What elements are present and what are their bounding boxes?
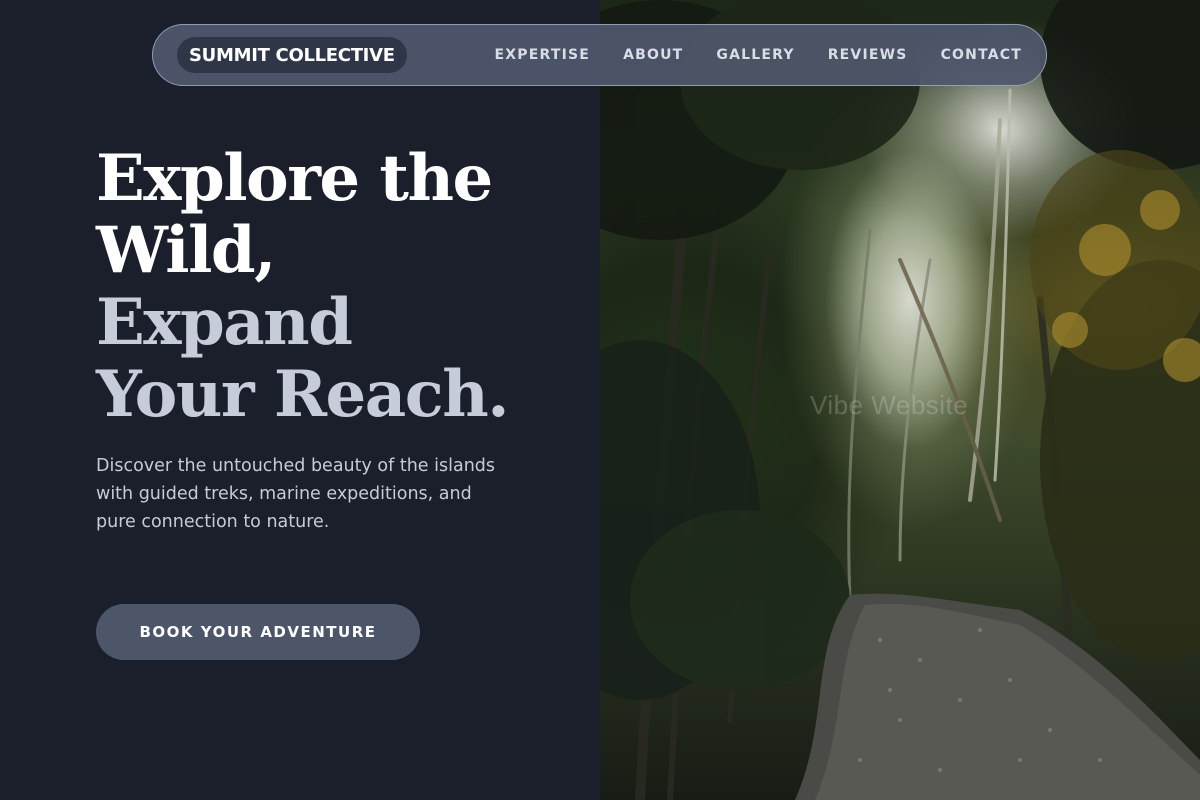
nav-link-about[interactable]: ABOUT (623, 47, 683, 63)
hero-title-line-2: Wild, (96, 213, 276, 288)
book-adventure-button[interactable]: BOOK YOUR ADVENTURE (96, 604, 420, 660)
nav-link-reviews[interactable]: REVIEWS (828, 47, 908, 63)
hero-title-line-1: Explore the (96, 141, 493, 216)
hero-title: Explore the Wild, Expand Your Reach. (96, 141, 510, 432)
hero-title-line-4: Your Reach. (96, 357, 510, 432)
hero-forest-image: Vibe Website (600, 0, 1200, 800)
hero-title-line-3: Expand (96, 285, 353, 360)
nav-link-expertise[interactable]: EXPERTISE (495, 47, 591, 63)
watermark-text: Vibe Website (810, 390, 969, 420)
nav-link-contact[interactable]: CONTACT (941, 47, 1022, 63)
hero-description: Discover the untouched beauty of the isl… (96, 456, 496, 532)
hero-left-panel: Explore the Wild, Expand Your Reach. Dis… (0, 0, 600, 800)
nav-links: EXPERTISE ABOUT GALLERY REVIEWS CONTACT (495, 25, 1022, 85)
nav-link-gallery[interactable]: GALLERY (716, 47, 794, 63)
top-navbar: SUMMIT COLLECTIVE EXPERTISE ABOUT GALLER… (152, 24, 1047, 86)
brand-logo[interactable]: SUMMIT COLLECTIVE (177, 37, 407, 73)
